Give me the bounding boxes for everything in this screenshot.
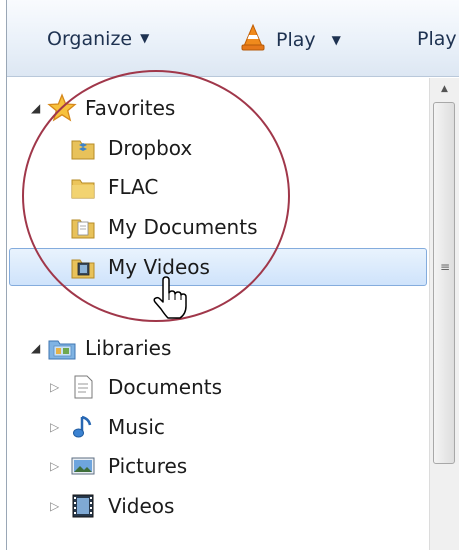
- tree-item-documents[interactable]: ▷ Documents: [50, 369, 222, 405]
- pictures-label: Pictures: [108, 454, 188, 478]
- grip-icon: ≡: [440, 260, 451, 274]
- vertical-scrollbar[interactable]: ▲ ≡: [429, 78, 459, 550]
- tree-item-my-videos[interactable]: My Videos: [70, 249, 210, 285]
- command-bar: Organize ▼ Play ▼ Play: [7, 0, 459, 77]
- documents-folder-icon: [71, 219, 95, 239]
- chevron-down-icon: ▼: [331, 33, 341, 47]
- scrollbar-thumb[interactable]: ≡: [433, 102, 455, 464]
- collapsed-arrow-icon[interactable]: ▷: [50, 380, 64, 394]
- document-icon: [74, 375, 93, 399]
- organize-button[interactable]: Organize ▼: [47, 28, 149, 50]
- play-all-label: Play: [417, 28, 457, 50]
- collapsed-arrow-icon[interactable]: ▷: [50, 459, 64, 473]
- play-all-button[interactable]: Play: [417, 28, 457, 50]
- my-documents-label: My Documents: [108, 215, 258, 239]
- tree-item-flac[interactable]: FLAC: [70, 169, 158, 205]
- tree-node-libraries[interactable]: ◢ Libraries: [31, 330, 171, 366]
- expanded-arrow-icon[interactable]: ◢: [31, 101, 45, 115]
- play-label: Play: [276, 29, 316, 51]
- play-button[interactable]: Play ▼: [240, 24, 341, 52]
- hand-cursor-icon: [153, 276, 187, 319]
- tree-item-music[interactable]: ▷ Music: [50, 409, 165, 445]
- tree-item-pictures[interactable]: ▷ Pictures: [50, 448, 187, 484]
- music-note-icon: [73, 415, 92, 438]
- flac-label: FLAC: [108, 175, 159, 199]
- dropbox-folder-icon: [71, 140, 95, 160]
- tree-item-dropbox[interactable]: Dropbox: [70, 130, 192, 166]
- videos-label: Videos: [108, 494, 175, 518]
- star-icon: [47, 93, 77, 122]
- collapsed-arrow-icon[interactable]: ▷: [50, 420, 64, 434]
- documents-label: Documents: [108, 375, 223, 399]
- film-icon: [72, 494, 94, 518]
- videos-folder-icon: [71, 259, 95, 279]
- vlc-cone-icon: [241, 24, 265, 51]
- libraries-icon: [48, 340, 76, 360]
- libraries-label: Libraries: [85, 336, 172, 360]
- chevron-down-icon: ▼: [140, 31, 150, 45]
- folder-icon: [71, 179, 95, 199]
- expanded-arrow-icon[interactable]: ◢: [31, 341, 45, 355]
- collapsed-arrow-icon[interactable]: ▷: [50, 499, 64, 513]
- scroll-up-arrow-icon[interactable]: ▲: [430, 78, 459, 100]
- tree-item-my-documents[interactable]: My Documents: [70, 209, 257, 245]
- tree-node-favorites[interactable]: ◢ Favorites: [31, 90, 175, 126]
- dropbox-label: Dropbox: [108, 136, 193, 160]
- pictures-icon: [71, 457, 95, 475]
- favorites-label: Favorites: [85, 96, 176, 120]
- music-label: Music: [108, 415, 165, 439]
- organize-label: Organize: [47, 28, 133, 50]
- tree-item-videos[interactable]: ▷ Videos: [50, 488, 174, 524]
